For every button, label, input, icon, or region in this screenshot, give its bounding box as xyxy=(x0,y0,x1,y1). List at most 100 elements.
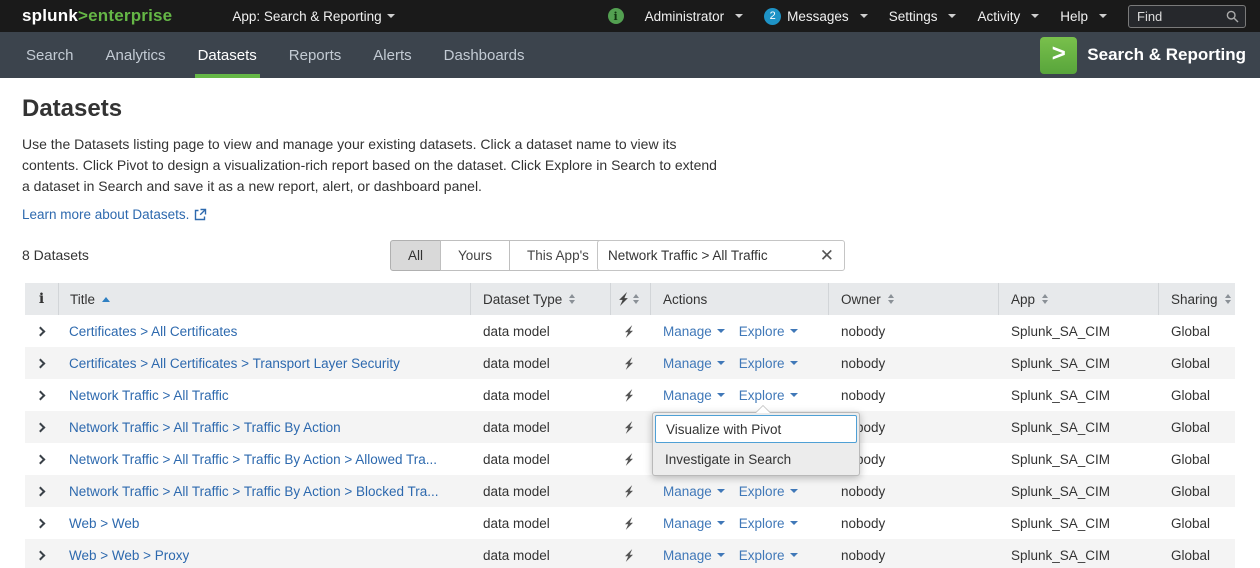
table-row: Network Traffic > All Traffic > Traffic … xyxy=(25,443,1235,475)
owner-cell: nobody xyxy=(829,315,999,347)
filter-yours-button[interactable]: Yours xyxy=(440,240,510,271)
manage-menu-button[interactable]: Manage xyxy=(663,484,725,499)
table-header: i Title Dataset Type Actions Owner xyxy=(25,283,1235,315)
header-sharing[interactable]: Sharing xyxy=(1159,283,1235,315)
explore-menu-button[interactable]: Explore xyxy=(739,356,798,371)
app-cell: Splunk_SA_CIM xyxy=(999,507,1159,539)
expand-row-toggle[interactable] xyxy=(25,475,59,507)
app-cell: Splunk_SA_CIM xyxy=(999,475,1159,507)
manage-menu-button[interactable]: Manage xyxy=(663,356,725,371)
header-type-label: Dataset Type xyxy=(483,292,562,307)
dataset-title-link[interactable]: Web > Web xyxy=(69,516,139,531)
expand-row-toggle[interactable] xyxy=(25,443,59,475)
owner-cell: nobody xyxy=(829,507,999,539)
accelerated-cell xyxy=(611,539,651,568)
header-dataset-type[interactable]: Dataset Type xyxy=(471,283,611,315)
header-info: i xyxy=(25,283,59,315)
user-menu[interactable]: Administrator xyxy=(645,9,744,24)
dataset-type-cell: data model xyxy=(471,315,611,347)
app-cell: Splunk_SA_CIM xyxy=(999,379,1159,411)
explore-menu-button[interactable]: Explore xyxy=(739,484,798,499)
lightning-icon xyxy=(625,485,633,498)
menu-item-visualize-with-pivot[interactable]: Visualize with Pivot xyxy=(655,415,857,443)
chevron-right-icon xyxy=(36,390,46,400)
chevron-down-icon xyxy=(860,14,868,18)
expand-row-toggle[interactable] xyxy=(25,411,59,443)
menu-item-investigate-in-search[interactable]: Investigate in Search xyxy=(655,445,857,473)
help-menu[interactable]: Help xyxy=(1060,9,1107,24)
dataset-title-link[interactable]: Web > Web > Proxy xyxy=(69,548,189,563)
table-row: Network Traffic > All Trafficdata modelM… xyxy=(25,379,1235,411)
filter-this-apps-button[interactable]: This App's xyxy=(509,240,607,271)
tab-dashboards[interactable]: Dashboards xyxy=(428,32,541,78)
chevron-down-icon xyxy=(735,14,743,18)
header-title[interactable]: Title xyxy=(59,283,471,315)
table-row: Network Traffic > All Traffic > Traffic … xyxy=(25,411,1235,443)
manage-menu-button[interactable]: Manage xyxy=(663,548,725,563)
info-icon: i xyxy=(39,291,44,307)
external-link-icon xyxy=(194,208,207,221)
sort-icon xyxy=(569,294,575,304)
manage-menu-button[interactable]: Manage xyxy=(663,388,725,403)
header-owner[interactable]: Owner xyxy=(829,283,999,315)
chevron-down-icon xyxy=(717,361,725,365)
expand-row-toggle[interactable] xyxy=(25,347,59,379)
dataset-type-cell: data model xyxy=(471,411,611,443)
actions-cell: Manage Explore xyxy=(651,539,829,568)
explore-menu-button[interactable]: Explore xyxy=(739,388,798,403)
clear-filter-icon[interactable]: ✕ xyxy=(818,247,836,264)
header-owner-label: Owner xyxy=(841,292,881,307)
find-search-box[interactable] xyxy=(1128,5,1246,28)
app-cell: Splunk_SA_CIM xyxy=(999,347,1159,379)
actions-cell: Manage Explore xyxy=(651,347,829,379)
table-row: Web > Webdata modelManageExplorenobodySp… xyxy=(25,507,1235,539)
chevron-down-icon xyxy=(790,521,798,525)
find-input[interactable] xyxy=(1137,9,1226,24)
expand-row-toggle[interactable] xyxy=(25,539,59,568)
explore-menu-button[interactable]: Explore xyxy=(739,516,798,531)
health-status-icon[interactable]: i xyxy=(608,8,624,24)
header-app[interactable]: App xyxy=(999,283,1159,315)
settings-label: Settings xyxy=(889,9,938,24)
dataset-title-link[interactable]: Certificates > All Certificates > Transp… xyxy=(69,356,400,371)
dataset-title-link[interactable]: Network Traffic > All Traffic xyxy=(69,388,229,403)
dataset-title-link[interactable]: Network Traffic > All Traffic > Traffic … xyxy=(69,452,437,467)
chevron-down-icon xyxy=(717,393,725,397)
dataset-title-link[interactable]: Certificates > All Certificates xyxy=(69,324,237,339)
header-actions-label: Actions xyxy=(663,292,707,307)
learn-more-link[interactable]: Learn more about Datasets. xyxy=(22,207,207,222)
app-context-menu[interactable]: App: Search & Reporting xyxy=(232,9,394,24)
chevron-down-icon xyxy=(717,521,725,525)
explore-label: Explore xyxy=(739,516,785,531)
tab-search[interactable]: Search xyxy=(10,32,90,78)
splunk-logo[interactable]: splunk>enterprise xyxy=(22,6,172,26)
expand-row-toggle[interactable] xyxy=(25,315,59,347)
settings-menu[interactable]: Settings xyxy=(889,9,957,24)
lightning-icon xyxy=(625,389,633,402)
manage-menu-button[interactable]: Manage xyxy=(663,324,725,339)
explore-menu-button[interactable]: Explore xyxy=(739,324,798,339)
sharing-cell: Global xyxy=(1159,347,1235,379)
activity-menu[interactable]: Activity xyxy=(977,9,1039,24)
dataset-title-link[interactable]: Network Traffic > All Traffic > Traffic … xyxy=(69,484,439,499)
tab-reports[interactable]: Reports xyxy=(273,32,358,78)
explore-label: Explore xyxy=(739,548,785,563)
accelerated-cell xyxy=(611,379,651,411)
tab-analytics[interactable]: Analytics xyxy=(90,32,182,78)
dataset-title-link[interactable]: Network Traffic > All Traffic > Traffic … xyxy=(69,420,341,435)
sharing-cell: Global xyxy=(1159,507,1235,539)
header-accelerated[interactable] xyxy=(611,283,651,315)
expand-row-toggle[interactable] xyxy=(25,379,59,411)
manage-menu-button[interactable]: Manage xyxy=(663,516,725,531)
tab-alerts[interactable]: Alerts xyxy=(357,32,427,78)
expand-row-toggle[interactable] xyxy=(25,507,59,539)
filter-all-button[interactable]: All xyxy=(390,240,441,271)
activity-label: Activity xyxy=(977,9,1020,24)
header-actions: Actions xyxy=(651,283,829,315)
dataset-filter-box: ✕ xyxy=(597,240,845,271)
messages-menu[interactable]: 2 Messages xyxy=(764,8,868,25)
tab-datasets[interactable]: Datasets xyxy=(182,32,273,78)
dataset-filter-input[interactable] xyxy=(608,248,818,263)
splunk-datasets-page: splunk>enterprise App: Search & Reportin… xyxy=(0,0,1260,568)
explore-menu-button[interactable]: Explore xyxy=(739,548,798,563)
